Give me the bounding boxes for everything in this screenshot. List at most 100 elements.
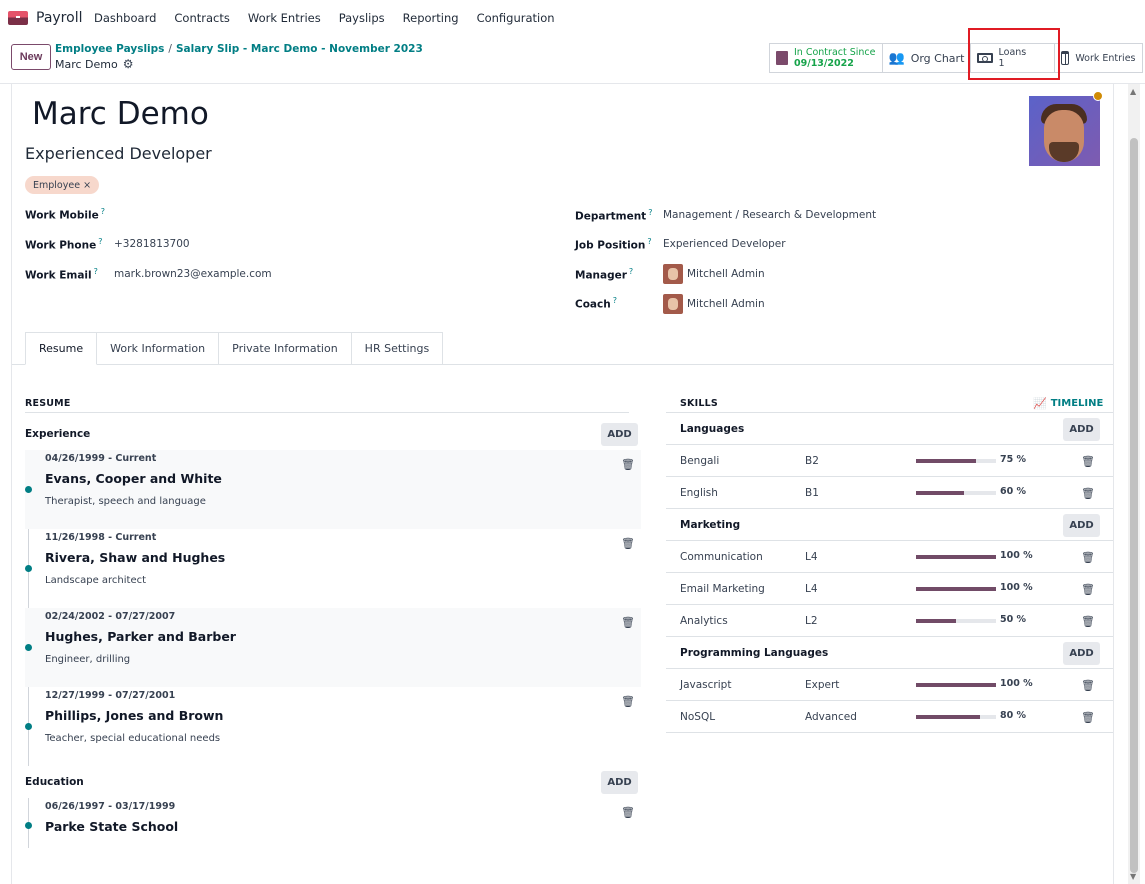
trash-icon[interactable]: 🗑 bbox=[1081, 615, 1095, 628]
skill-progress-fill bbox=[916, 459, 976, 463]
skill-progress-bar bbox=[916, 491, 996, 495]
menu-contracts[interactable]: Contracts bbox=[174, 11, 229, 25]
skill-group-name: Languages bbox=[680, 423, 745, 435]
main-menu: Dashboard Contracts Work Entries Payslip… bbox=[94, 11, 573, 25]
job-position-field[interactable]: Experienced Developer bbox=[663, 238, 786, 250]
breadcrumb-separator: / bbox=[168, 43, 172, 55]
employee-avatar[interactable] bbox=[1029, 96, 1100, 166]
org-chart-button[interactable]: 👥 Org Chart bbox=[882, 44, 971, 72]
skill-percent: 100 % bbox=[1000, 550, 1033, 561]
skill-progress-bar bbox=[916, 619, 996, 623]
coach-field[interactable]: Mitchell Admin bbox=[663, 294, 765, 314]
work-entries-label: Work Entries bbox=[1075, 52, 1136, 64]
skills-title: SKILLS bbox=[680, 398, 718, 409]
tab-private-information[interactable]: Private Information bbox=[219, 332, 352, 365]
help-icon: ? bbox=[98, 237, 103, 246]
add-experience-button[interactable]: ADD bbox=[601, 423, 638, 446]
department-label: Department? bbox=[575, 208, 653, 223]
trash-icon[interactable]: 🗑 bbox=[621, 616, 635, 629]
timeline-dot bbox=[25, 723, 32, 730]
help-icon: ? bbox=[648, 208, 653, 217]
work-email-field[interactable]: mark.brown23@example.com bbox=[114, 268, 272, 280]
skill-percent: 100 % bbox=[1000, 582, 1033, 593]
skill-level: Advanced bbox=[805, 711, 857, 723]
skill-progress-fill bbox=[916, 619, 956, 623]
breadcrumb-employee-payslips[interactable]: Employee Payslips bbox=[55, 43, 164, 55]
contract-stat-button[interactable]: In Contract Since 09/13/2022 bbox=[770, 44, 883, 72]
timeline-dot bbox=[25, 822, 32, 829]
resume-line-description: Landscape architect bbox=[45, 575, 147, 586]
trash-icon[interactable]: 🗑 bbox=[1081, 551, 1095, 564]
breadcrumb-salary-slip[interactable]: Salary Slip - Marc Demo - November 2023 bbox=[176, 43, 423, 55]
add-education-button[interactable]: ADD bbox=[601, 771, 638, 794]
skill-row[interactable]: Javascript Expert 100 % 🗑 bbox=[666, 669, 1113, 701]
breadcrumb-current: Marc Demo ⚙ bbox=[55, 57, 134, 71]
add-skill-button[interactable]: ADD bbox=[1063, 642, 1100, 665]
education-heading: Education bbox=[25, 776, 84, 788]
presence-status-dot bbox=[1093, 91, 1103, 101]
manager-field[interactable]: Mitchell Admin bbox=[663, 264, 765, 284]
work-phone-field[interactable]: +3281813700 bbox=[114, 238, 190, 250]
trash-icon[interactable]: 🗑 bbox=[621, 695, 635, 708]
skill-row[interactable]: Bengali B2 75 % 🗑 bbox=[666, 445, 1113, 477]
menu-reporting[interactable]: Reporting bbox=[403, 11, 459, 25]
department-field[interactable]: Management / Research & Development bbox=[663, 209, 876, 221]
manager-label: Manager? bbox=[575, 267, 634, 282]
skill-row[interactable]: Communication L4 100 % 🗑 bbox=[666, 541, 1113, 573]
trash-icon[interactable]: 🗑 bbox=[1081, 455, 1095, 468]
skill-level: Expert bbox=[805, 679, 840, 691]
employee-tag: Employee × bbox=[25, 176, 100, 194]
resume-line-description: Engineer, drilling bbox=[45, 654, 131, 665]
vertical-scrollbar[interactable]: ▲ ▼ bbox=[1128, 84, 1140, 884]
work-entries-button[interactable]: Work Entries bbox=[1054, 44, 1142, 72]
job-position-label: Job Position? bbox=[575, 237, 652, 252]
menu-payslips[interactable]: Payslips bbox=[339, 11, 385, 25]
resume-line-title: Rivera, Shaw and Hughes bbox=[45, 550, 226, 565]
skill-row[interactable]: Email Marketing L4 100 % 🗑 bbox=[666, 573, 1113, 605]
trash-icon[interactable]: 🗑 bbox=[621, 806, 635, 819]
skill-row[interactable]: Analytics L2 50 % 🗑 bbox=[666, 605, 1113, 637]
skill-group-name: Programming Languages bbox=[680, 647, 829, 659]
scrollbar-thumb[interactable] bbox=[1130, 138, 1138, 873]
trash-icon[interactable]: 🗑 bbox=[1081, 679, 1095, 692]
skill-row[interactable]: NoSQL Advanced 80 % 🗑 bbox=[666, 701, 1113, 733]
skill-progress-bar bbox=[916, 683, 996, 687]
timeline-link[interactable]: 📈 TIMELINE bbox=[1033, 397, 1103, 410]
trash-icon[interactable]: 🗑 bbox=[1081, 583, 1095, 596]
tab-resume[interactable]: Resume bbox=[25, 332, 98, 365]
skill-row[interactable]: English B1 60 % 🗑 bbox=[666, 477, 1113, 509]
skill-progress-bar bbox=[916, 587, 996, 591]
app-name[interactable]: Payroll bbox=[36, 10, 82, 26]
tab-work-information[interactable]: Work Information bbox=[97, 332, 220, 365]
trash-icon[interactable]: 🗑 bbox=[621, 537, 635, 550]
employee-name[interactable]: Marc Demo bbox=[32, 96, 209, 132]
scroll-down-arrow-icon[interactable]: ▼ bbox=[1130, 872, 1136, 881]
menu-configuration[interactable]: Configuration bbox=[477, 11, 555, 25]
gear-icon[interactable]: ⚙ bbox=[123, 57, 134, 71]
coach-name: Mitchell Admin bbox=[687, 298, 765, 310]
add-skill-button[interactable]: ADD bbox=[1063, 418, 1100, 441]
employee-job-title[interactable]: Experienced Developer bbox=[25, 144, 212, 163]
skill-group-row: Marketing ADD bbox=[666, 509, 1113, 541]
resume-line[interactable]: 06/26/1997 - 03/17/1999 Parke State Scho… bbox=[25, 798, 641, 848]
tab-hr-settings[interactable]: HR Settings bbox=[351, 332, 444, 365]
skill-level: L2 bbox=[805, 615, 818, 627]
timeline-dot bbox=[25, 644, 32, 651]
scroll-up-arrow-icon[interactable]: ▲ bbox=[1130, 87, 1136, 96]
skill-progress-bar bbox=[916, 459, 996, 463]
menu-dashboard[interactable]: Dashboard bbox=[94, 11, 156, 25]
coach-label: Coach? bbox=[575, 296, 617, 311]
new-button[interactable]: New bbox=[11, 44, 51, 70]
trash-icon[interactable]: 🗑 bbox=[1081, 487, 1095, 500]
skill-percent: 75 % bbox=[1000, 454, 1027, 465]
resume-line[interactable]: 02/24/2002 - 07/27/2007 Hughes, Parker a… bbox=[25, 608, 641, 687]
trash-icon[interactable]: 🗑 bbox=[621, 458, 635, 471]
trash-icon[interactable]: 🗑 bbox=[1081, 711, 1095, 724]
resume-line[interactable]: 11/26/1998 - Current Rivera, Shaw and Hu… bbox=[25, 529, 641, 608]
resume-line[interactable]: 04/26/1999 - Current Evans, Cooper and W… bbox=[25, 450, 641, 529]
resume-line[interactable]: 12/27/1999 - 07/27/2001 Phillips, Jones … bbox=[25, 687, 641, 766]
menu-work-entries[interactable]: Work Entries bbox=[248, 11, 321, 25]
add-skill-button[interactable]: ADD bbox=[1063, 514, 1100, 537]
payroll-app-icon[interactable] bbox=[8, 11, 28, 25]
tag-remove-icon[interactable]: × bbox=[83, 180, 91, 191]
